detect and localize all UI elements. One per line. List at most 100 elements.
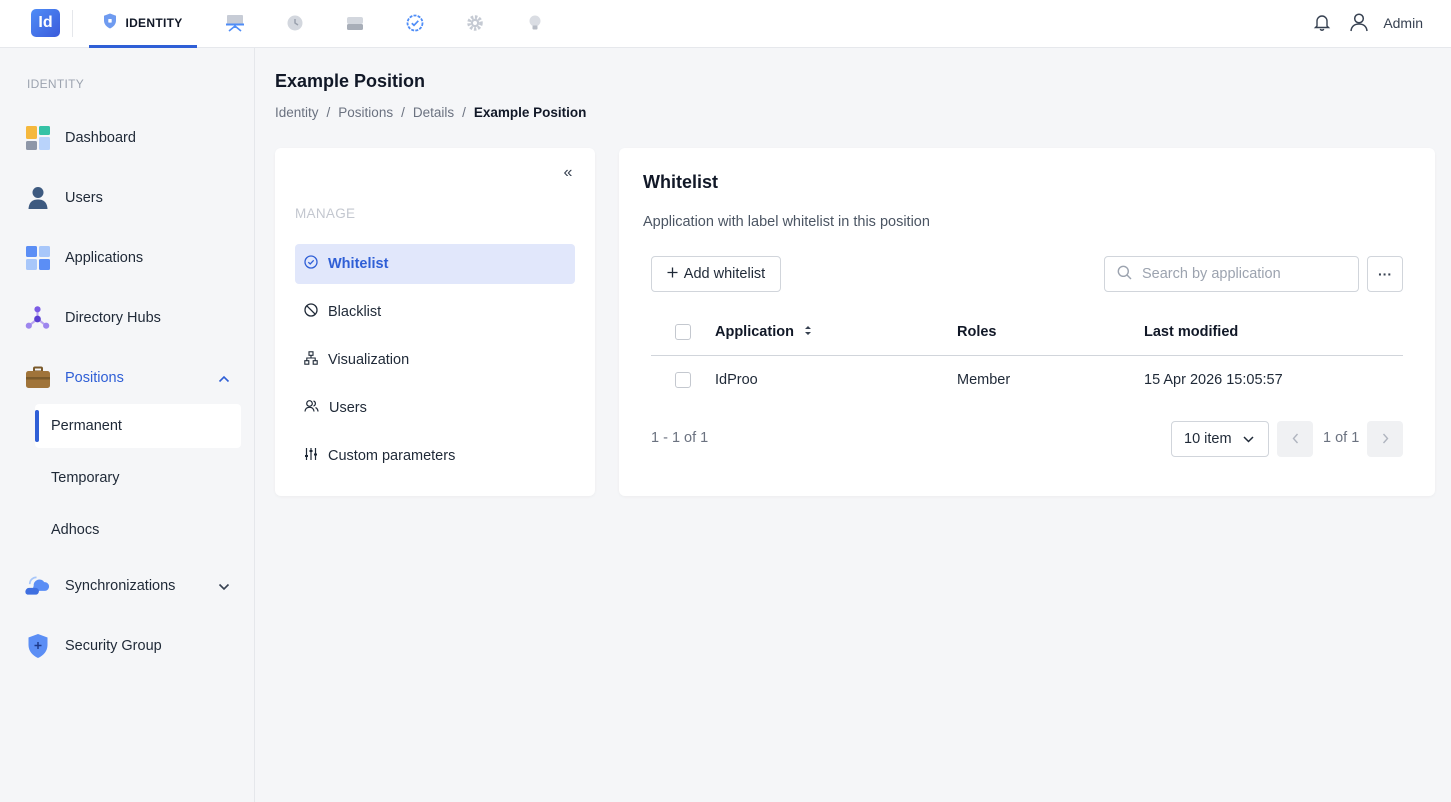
sidebar-item-label: Applications — [65, 250, 144, 266]
breadcrumb-current: Example Position — [473, 105, 587, 120]
sidebar-item-label: Users — [65, 190, 103, 206]
sort-icon[interactable] — [804, 324, 812, 340]
manage-section-label: MANAGE — [295, 206, 356, 221]
bell-icon[interactable] — [1313, 13, 1331, 34]
menu-item-label: Blacklist — [328, 304, 382, 320]
chevron-right-icon — [1382, 431, 1389, 447]
panel-description: Application with label whitelist in this… — [643, 214, 930, 230]
breadcrumb-link[interactable]: Details — [413, 105, 454, 120]
breadcrumb-separator: / — [326, 105, 331, 120]
previous-page-button[interactable] — [1277, 421, 1313, 457]
page-info: 1 of 1 — [1323, 430, 1360, 446]
page-title: Example Position — [275, 71, 426, 91]
sidebar-subitem-permanent[interactable]: Permanent — [35, 404, 241, 448]
hierarchy-icon — [304, 351, 318, 369]
page-size-value: 10 item — [1184, 431, 1232, 447]
column-header-last-modified: Last modified — [1144, 324, 1238, 340]
sidebar-subitem-temporary[interactable]: Temporary — [35, 456, 241, 500]
user-area: Admin — [1313, 12, 1423, 34]
lightbulb-icon[interactable] — [524, 12, 546, 34]
menu-item-visualization[interactable]: Visualization — [295, 340, 575, 380]
sidebar-item-label: Directory Hubs — [65, 310, 161, 326]
manage-panel: « MANAGE Whitelist Blacklist Visualizati… — [275, 148, 595, 496]
check-circle-icon[interactable] — [404, 12, 426, 34]
breadcrumb-link[interactable]: Positions — [338, 105, 393, 120]
column-label: Application — [715, 324, 794, 340]
menu-item-blacklist[interactable]: Blacklist — [295, 292, 575, 332]
sliders-icon — [304, 447, 318, 465]
menu-item-custom-parameters[interactable]: Custom parameters — [295, 436, 575, 476]
check-circle-icon — [304, 255, 318, 273]
sidebar-item-dashboard[interactable]: Dashboard — [24, 118, 234, 158]
sidebar-item-synchronizations[interactable]: Synchronizations — [24, 566, 234, 606]
history-icon[interactable] — [284, 12, 306, 34]
sidebar-item-label: Dashboard — [65, 130, 136, 146]
users-icon — [304, 399, 319, 417]
menu-item-users[interactable]: Users — [295, 388, 575, 428]
collapse-panel-button[interactable]: « — [559, 164, 577, 182]
table-header: Application Roles Last modified — [651, 310, 1403, 356]
search-box — [1104, 256, 1359, 292]
sidebar-item-directory-hubs[interactable]: Directory Hubs — [24, 298, 234, 338]
top-bar: Id IDENTITY Admin — [0, 0, 1451, 48]
divider — [72, 10, 73, 37]
breadcrumb-link[interactable]: Identity — [275, 105, 319, 120]
sidebar-item-users[interactable]: Users — [24, 178, 234, 218]
menu-item-whitelist[interactable]: Whitelist — [295, 244, 575, 284]
chevron-down-icon — [1243, 431, 1254, 447]
cloud-sync-icon — [24, 573, 51, 600]
user-menu[interactable]: Admin — [1349, 12, 1423, 35]
more-options-button[interactable]: ··· — [1367, 256, 1403, 292]
add-whitelist-label: Add whitelist — [683, 266, 766, 282]
sidebar-section-label: IDENTITY — [27, 77, 85, 91]
app-logo[interactable]: Id — [31, 9, 60, 37]
search-input[interactable] — [1142, 266, 1342, 282]
user-icon — [24, 185, 51, 212]
app-tab-label: IDENTITY — [125, 15, 183, 30]
chevron-down-icon[interactable] — [218, 578, 230, 594]
column-label: Roles — [957, 324, 997, 340]
sidebar-item-positions[interactable]: Positions — [24, 358, 234, 398]
chevron-up-icon[interactable] — [218, 370, 230, 386]
next-page-button[interactable] — [1367, 421, 1403, 457]
breadcrumb-separator: / — [401, 105, 405, 120]
sidebar-item-label: Synchronizations — [65, 578, 176, 594]
sidebar-subitem-adhocs[interactable]: Adhocs — [35, 508, 241, 552]
panel-title: Whitelist — [643, 172, 718, 192]
breadcrumb-separator: / — [462, 105, 466, 120]
shield-plus-icon — [24, 633, 51, 660]
sidebar: IDENTITY Dashboard Users Applications Di… — [0, 48, 255, 802]
breadcrumb: Identity / Positions / Details / Example… — [275, 105, 586, 120]
drive-icon[interactable] — [344, 12, 366, 34]
sidebar-item-label: Security Group — [65, 638, 162, 654]
plus-icon — [667, 266, 678, 282]
sidebar-item-label: Positions — [65, 370, 124, 386]
cell-application: IdProo — [715, 372, 758, 388]
search-icon — [1117, 265, 1132, 283]
user-name: Admin — [1383, 15, 1423, 31]
select-all-checkbox[interactable] — [675, 324, 691, 340]
presentation-icon[interactable] — [224, 12, 246, 34]
page-size-select[interactable]: 10 item — [1171, 421, 1269, 457]
table-row[interactable]: IdProo Member 15 Apr 2026 15:05:57 — [651, 358, 1403, 404]
column-header-roles: Roles — [957, 324, 997, 340]
settings-gear-icon[interactable] — [464, 12, 486, 34]
ban-icon — [304, 303, 318, 321]
app-tab-identity[interactable]: IDENTITY — [89, 0, 197, 48]
whitelist-panel: Whitelist Application with label whiteli… — [619, 148, 1435, 496]
sidebar-item-security-group[interactable]: Security Group — [24, 626, 234, 666]
cell-roles: Member — [957, 372, 1011, 388]
cell-last-modified: 15 Apr 2026 15:05:57 — [1144, 372, 1283, 388]
menu-item-label: Users — [329, 400, 367, 416]
row-checkbox[interactable] — [675, 372, 691, 388]
menu-item-label: Whitelist — [328, 256, 389, 272]
column-label: Last modified — [1144, 324, 1239, 340]
shield-icon — [103, 13, 117, 32]
applications-icon — [24, 245, 51, 272]
sidebar-item-applications[interactable]: Applications — [24, 238, 234, 278]
pagination-range: 1 - 1 of 1 — [651, 430, 709, 446]
briefcase-icon — [24, 365, 51, 392]
add-whitelist-button[interactable]: Add whitelist — [651, 256, 781, 292]
column-header-application[interactable]: Application — [715, 324, 812, 340]
menu-item-label: Custom parameters — [328, 448, 456, 464]
